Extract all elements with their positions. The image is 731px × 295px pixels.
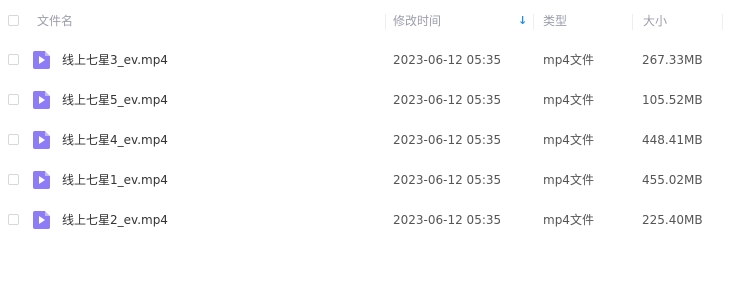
file-type: mp4文件 xyxy=(543,93,594,107)
file-name[interactable]: 线上七星1_ev.mp4 xyxy=(62,160,168,200)
file-type: mp4文件 xyxy=(543,53,594,67)
file-type: mp4文件 xyxy=(543,133,594,147)
file-name[interactable]: 线上七星3_ev.mp4 xyxy=(62,40,168,80)
file-type: mp4文件 xyxy=(543,173,594,187)
file-name[interactable]: 线上七星4_ev.mp4 xyxy=(62,120,168,160)
video-file-icon xyxy=(33,91,50,109)
select-all-checkbox[interactable] xyxy=(8,15,19,26)
video-file-icon xyxy=(33,211,50,229)
video-file-icon xyxy=(33,171,50,189)
column-header-type[interactable]: 类型 xyxy=(543,0,567,42)
file-row[interactable]: 线上七星3_ev.mp4 2023-06-12 05:35 mp4文件 267.… xyxy=(0,40,731,80)
file-size: 267.33MB xyxy=(642,53,703,67)
column-header-name[interactable]: 文件名 xyxy=(37,0,73,42)
file-name[interactable]: 线上七星5_ev.mp4 xyxy=(62,80,168,120)
video-file-icon xyxy=(33,131,50,149)
column-header-size[interactable]: 大小 xyxy=(643,0,667,42)
row-checkbox[interactable] xyxy=(8,214,19,225)
file-type: mp4文件 xyxy=(543,213,594,227)
row-checkbox[interactable] xyxy=(8,174,19,185)
file-modified-time: 2023-06-12 05:35 xyxy=(393,93,502,107)
file-modified-time: 2023-06-12 05:35 xyxy=(393,133,502,147)
file-row[interactable]: 线上七星2_ev.mp4 2023-06-12 05:35 mp4文件 225.… xyxy=(0,200,731,240)
column-divider[interactable] xyxy=(385,14,386,30)
file-name[interactable]: 线上七星2_ev.mp4 xyxy=(62,200,168,240)
file-list: 线上七星3_ev.mp4 2023-06-12 05:35 mp4文件 267.… xyxy=(0,40,731,240)
row-checkbox[interactable] xyxy=(8,134,19,145)
column-divider[interactable] xyxy=(533,14,534,30)
file-modified-time: 2023-06-12 05:35 xyxy=(393,173,502,187)
video-file-icon xyxy=(33,51,50,69)
column-divider[interactable] xyxy=(722,14,723,30)
file-list-header: 文件名 修改时间 ↓ 类型 大小 xyxy=(0,0,731,42)
file-size: 455.02MB xyxy=(642,173,703,187)
row-checkbox[interactable] xyxy=(8,54,19,65)
file-row[interactable]: 线上七星4_ev.mp4 2023-06-12 05:35 mp4文件 448.… xyxy=(0,120,731,160)
column-header-modified-time[interactable]: 修改时间 xyxy=(393,0,441,42)
column-divider[interactable] xyxy=(632,14,633,30)
file-size: 448.41MB xyxy=(642,133,703,147)
file-size: 105.52MB xyxy=(642,93,703,107)
file-size: 225.40MB xyxy=(642,213,703,227)
arrow-down-icon[interactable]: ↓ xyxy=(518,0,527,42)
file-modified-time: 2023-06-12 05:35 xyxy=(393,53,502,67)
file-row[interactable]: 线上七星1_ev.mp4 2023-06-12 05:35 mp4文件 455.… xyxy=(0,160,731,200)
file-row[interactable]: 线上七星5_ev.mp4 2023-06-12 05:35 mp4文件 105.… xyxy=(0,80,731,120)
file-modified-time: 2023-06-12 05:35 xyxy=(393,213,502,227)
row-checkbox[interactable] xyxy=(8,94,19,105)
